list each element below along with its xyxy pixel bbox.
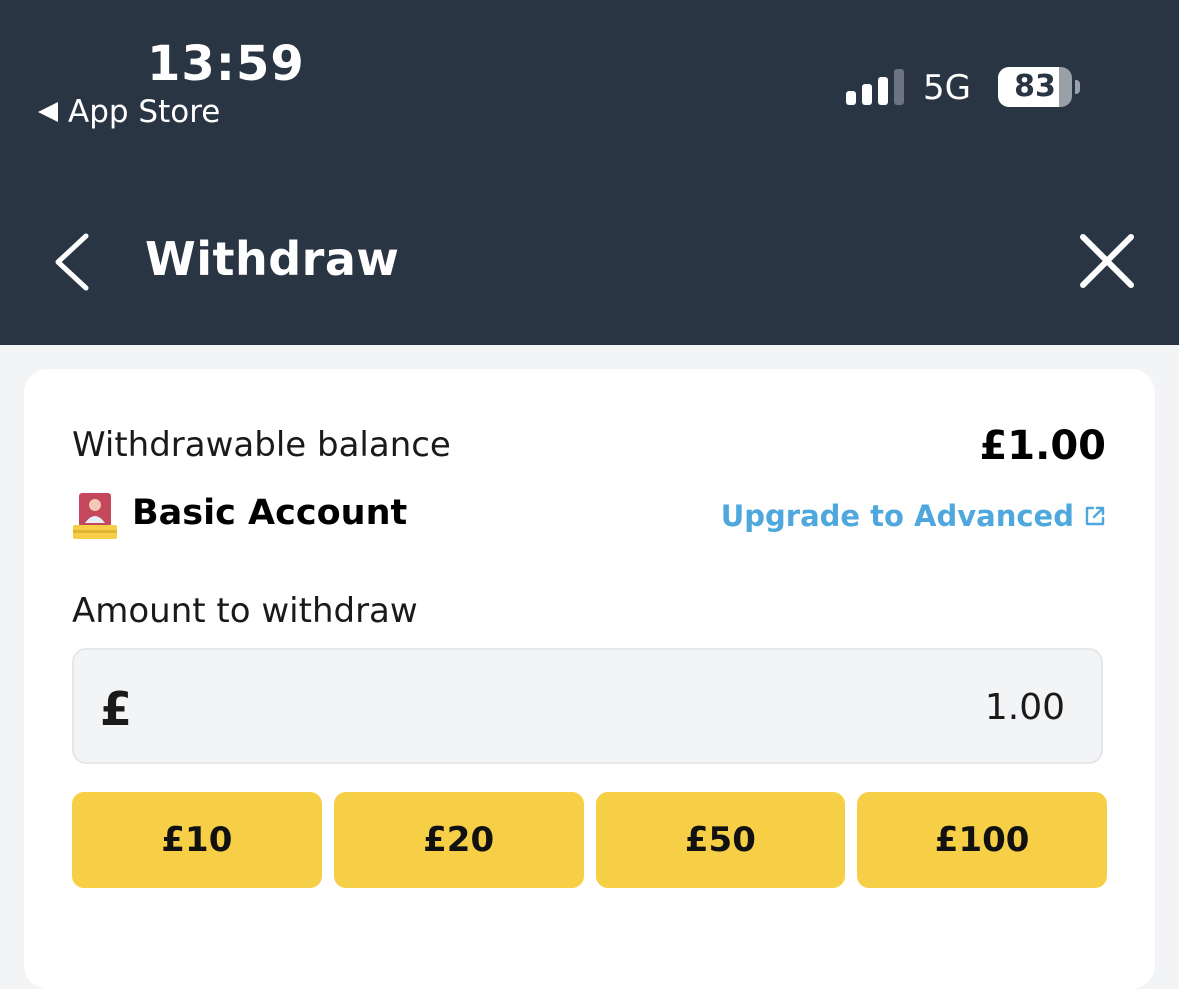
upgrade-to-advanced-link[interactable]: Upgrade to Advanced — [721, 499, 1106, 533]
back-to-app-store[interactable]: App Store — [38, 92, 220, 132]
close-icon[interactable] — [1078, 232, 1136, 290]
page-title: Withdraw — [145, 232, 400, 286]
account-badge-icon — [73, 493, 117, 539]
back-app-label: App Store — [68, 94, 221, 130]
amount-field[interactable]: £ — [72, 648, 1103, 764]
withdrawable-balance-label: Withdrawable balance — [72, 425, 451, 465]
quick-amount-20-button[interactable]: £20 — [333, 792, 584, 888]
external-link-icon — [1085, 506, 1105, 526]
upgrade-link-label: Upgrade to Advanced — [720, 499, 1074, 533]
app-header: 13:59 App Store 5G 83 Withdraw — [0, 0, 1179, 345]
quick-amount-100-button[interactable]: £100 — [857, 792, 1107, 888]
status-time: 13:59 — [147, 36, 305, 92]
battery-icon: 83 — [998, 67, 1080, 107]
amount-input[interactable] — [465, 678, 1065, 736]
quick-amount-10-button[interactable]: £10 — [72, 792, 322, 888]
signal-strength-icon — [846, 69, 904, 105]
account-type-label: Basic Account — [132, 493, 408, 533]
back-triangle-icon — [38, 102, 58, 122]
chevron-left-icon[interactable] — [48, 232, 96, 292]
quick-amount-50-button[interactable]: £50 — [595, 792, 846, 888]
withdraw-card: Withdrawable balance £1.00 Basic Account… — [24, 369, 1155, 989]
currency-symbol: £ — [100, 682, 133, 736]
battery-percent: 83 — [1014, 69, 1056, 104]
quick-amount-buttons: £10 £20 £50 £100 — [72, 792, 1107, 888]
withdrawable-balance-value: £1.00 — [979, 423, 1106, 469]
amount-to-withdraw-label: Amount to withdraw — [72, 591, 418, 631]
network-type: 5G — [923, 68, 971, 108]
